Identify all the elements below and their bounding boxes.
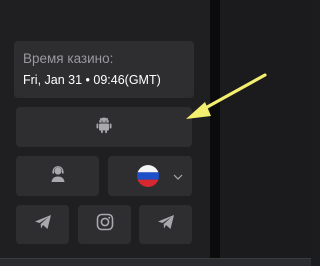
telegram-icon [34, 214, 52, 235]
support-button[interactable] [16, 156, 99, 196]
telegram-icon [157, 214, 175, 235]
telegram-button[interactable] [16, 205, 69, 244]
support-agent-icon [49, 165, 67, 188]
instagram-button[interactable] [78, 205, 131, 244]
panel-divider [210, 0, 220, 266]
bottom-bar [0, 258, 311, 266]
arrow-icon [180, 70, 270, 131]
screen: Время казино: Fri, Jan 31 • 09:46(GMT) [0, 0, 311, 266]
android-app-button[interactable] [16, 107, 192, 147]
casino-time-value: Fri, Jan 31 • 09:46(GMT) [23, 73, 161, 87]
language-selector[interactable] [108, 156, 192, 196]
instagram-icon [96, 213, 114, 236]
casino-time-card: Время казино: Fri, Jan 31 • 09:46(GMT) [14, 41, 194, 98]
sidebar-panel: Время казино: Fri, Jan 31 • 09:46(GMT) [0, 0, 210, 266]
chevron-down-icon [172, 170, 184, 188]
android-icon [96, 116, 112, 139]
telegram-channel-button[interactable] [139, 205, 192, 244]
casino-time-label: Время казино: [23, 51, 114, 66]
content-area [220, 0, 311, 266]
russia-flag-icon [137, 165, 159, 187]
